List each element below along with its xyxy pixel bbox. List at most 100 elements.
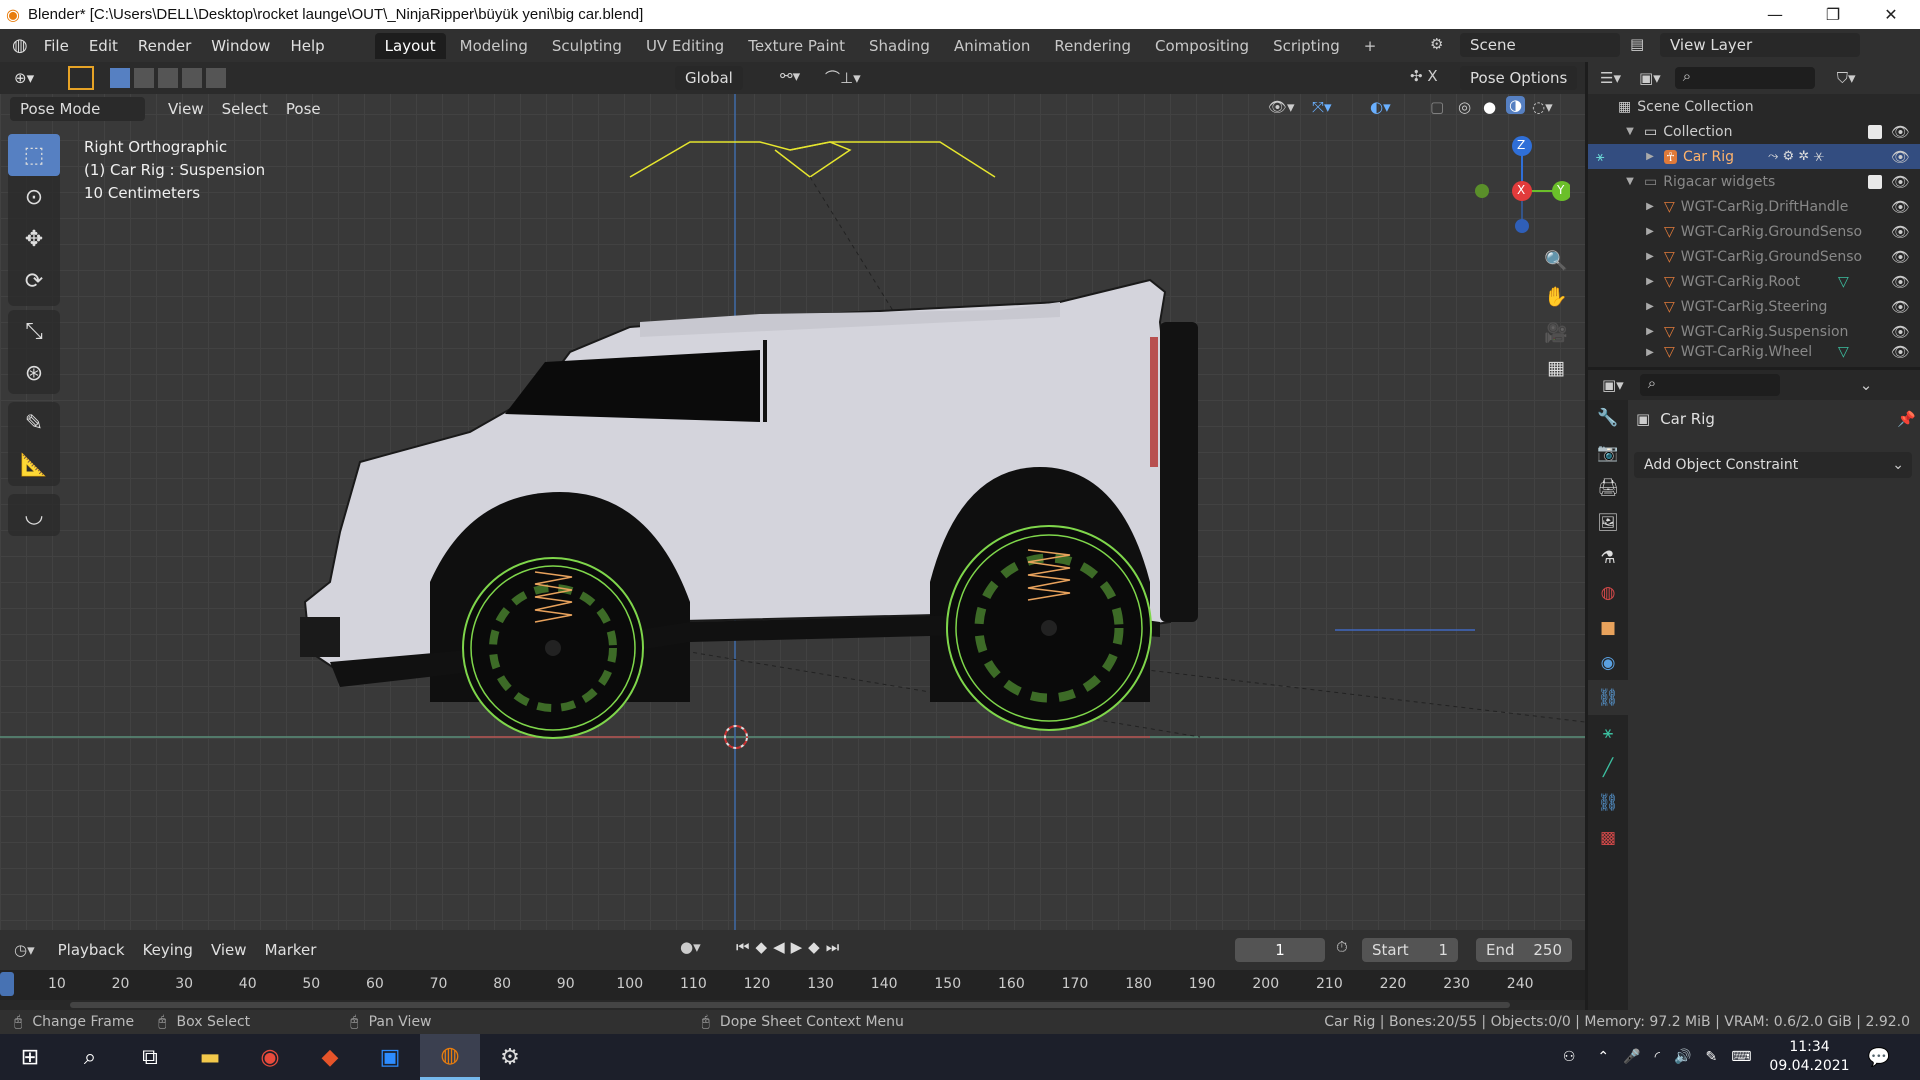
tree-scene-collection[interactable]: ▦ Scene Collection [1588,94,1920,119]
menu-render[interactable]: Render [128,37,201,55]
outliner-editor-icon[interactable]: ☰▾ [1600,69,1621,87]
start-button[interactable]: ⊞ [0,1034,60,1080]
frame-ruler[interactable]: 10 20 30 40 50 60 70 80 90 100 110 120 130 140 150 160 1… [0,970,1585,1000]
tree-widget-item[interactable]: ▶ ▽ WGT-CarRig.DriftHandle 👁 [1588,194,1920,219]
tab-layout[interactable]: Layout [374,32,446,59]
tree-rigacar-widgets[interactable]: ▼ ▭ Rigacar widgets 👁 [1588,169,1920,194]
taskbar-app-red[interactable]: ◆ [300,1034,360,1080]
widgets-visibility-icon[interactable]: 👁 [1891,173,1910,191]
next-keyframe-icon[interactable]: ◆ [808,938,826,956]
tab-texture-paint[interactable]: Texture Paint [738,33,855,59]
menu-help[interactable]: Help [280,37,334,55]
tree-widget-item[interactable]: ▶ ▽ WGT-CarRig.Suspension 👁 [1588,319,1920,344]
microphone-icon[interactable]: 🎤 [1623,1049,1640,1065]
auto-keying-icon[interactable]: ●▾ [680,938,701,956]
timeline-menu-playback[interactable]: Playback [49,938,134,962]
3d-viewport[interactable]: ⊕▾ Global ⚯▾ ⌒⊥▾ ✣ X Pose Options Pose M… [0,62,1585,930]
add-workspace-button[interactable]: + [1354,33,1387,59]
taskbar-blender[interactable]: ◍ [420,1034,480,1080]
pose-mode-icon[interactable]: ⚹ [1596,149,1604,165]
expand-toggle-icon[interactable]: ▶ [1642,276,1658,287]
expand-toggle-icon[interactable]: ▶ [1642,347,1658,358]
widget-visibility-icon[interactable]: 👁 [1891,298,1910,316]
tab-compositing[interactable]: Compositing [1145,33,1259,59]
close-button[interactable]: ✕ [1862,0,1920,29]
tree-widget-item[interactable]: ▶ ▽ WGT-CarRig.GroundSenso 👁 [1588,244,1920,269]
tab-constraints-icon[interactable]: ⛓ [1588,680,1628,715]
tree-collection[interactable]: ▼ ▭ Collection 👁 [1588,119,1920,144]
tab-object-icon[interactable]: ■ [1588,610,1628,645]
task-view-button[interactable]: ⧉ [120,1034,180,1080]
clock[interactable]: 11:34 09.04.2021 [1769,1038,1849,1076]
tree-widget-item[interactable]: ▶ ▽ WGT-CarRig.GroundSenso 👁 [1588,219,1920,244]
jump-end-icon[interactable]: ⏭ [826,938,846,956]
widget-visibility-icon[interactable]: 👁 [1891,223,1910,241]
taskbar-zoom[interactable]: ▣ [360,1034,420,1080]
expand-toggle-icon[interactable]: ▶ [1642,326,1658,337]
minimize-button[interactable]: — [1746,0,1804,29]
taskbar-chrome[interactable]: ◉ [240,1034,300,1080]
tab-scene-icon[interactable]: ⚗ [1588,540,1628,575]
maximize-button[interactable]: ❐ [1804,0,1862,29]
collection-visibility-icon[interactable]: 👁 [1891,123,1910,141]
widget-visibility-icon[interactable]: 👁 [1891,323,1910,341]
timeline-menu-marker[interactable]: Marker [256,938,326,962]
add-object-constraint-dropdown[interactable]: Add Object Constraint ⌄ [1634,452,1912,478]
menu-file[interactable]: File [34,37,79,55]
tab-physics-icon[interactable]: ◉ [1588,645,1628,680]
tree-widget-item[interactable]: ▶ ▽ WGT-CarRig.Wheel ▽ 👁 [1588,344,1920,360]
widget-visibility-icon[interactable]: 👁 [1891,273,1910,291]
properties-editor-icon[interactable]: ▣▾ [1602,376,1624,394]
tab-rendering[interactable]: Rendering [1044,33,1141,59]
display-mode-icon[interactable]: ▣▾ [1639,69,1661,87]
tree-widget-item[interactable]: ▶ ▽ WGT-CarRig.Steering 👁 [1588,294,1920,319]
properties-options-icon[interactable]: ⌄ [1860,376,1873,394]
widgets-exclude-checkbox[interactable] [1868,174,1882,189]
tab-view-layer-icon[interactable]: 🖼 [1588,505,1628,540]
tab-tool-icon[interactable]: 🔧 [1588,400,1628,435]
tab-scripting[interactable]: Scripting [1263,33,1350,59]
tab-modeling[interactable]: Modeling [450,33,538,59]
car-rig-visibility-icon[interactable]: 👁 [1891,148,1910,166]
start-frame-field[interactable]: Start 1 [1362,938,1458,962]
widget-visibility-icon[interactable]: 👁 [1891,344,1910,360]
outliner-search-input[interactable]: ⌕ [1674,67,1815,89]
tree-car-rig[interactable]: ⚹ ▶ ☥ Car Rig ⤳ ⚙ ✲ ⚹ 👁 [1588,144,1920,169]
expand-toggle-icon[interactable]: ▶ [1642,151,1658,162]
tree-widget-item[interactable]: ▶ ▽ WGT-CarRig.Root ▽ 👁 [1588,269,1920,294]
keyboard-icon[interactable]: ⌨ [1731,1049,1751,1065]
tab-world-icon[interactable]: ◍ [1588,575,1628,610]
tab-bone-constraints-icon[interactable]: ⛓ [1588,785,1628,820]
tab-sculpting[interactable]: Sculpting [542,33,632,59]
taskbar-app-gear[interactable]: ⚙ [480,1034,540,1080]
expand-toggle-icon[interactable]: ▶ [1642,226,1658,237]
tab-output-icon[interactable]: 🖨 [1588,470,1628,505]
end-frame-field[interactable]: End 250 [1476,938,1572,962]
widget-visibility-icon[interactable]: 👁 [1891,198,1910,216]
tab-render-icon[interactable]: 📷 [1588,435,1628,470]
play-icon[interactable]: ▶ [791,938,809,956]
scene-selector[interactable]: Scene [1460,33,1620,57]
pen-icon[interactable]: ✎ [1705,1049,1717,1065]
expand-toggle-icon[interactable]: ▶ [1642,301,1658,312]
play-reverse-icon[interactable]: ◀ [773,938,791,956]
tab-animation[interactable]: Animation [944,33,1040,59]
timeline-editor-icon[interactable]: ◷▾ [14,941,35,959]
expand-toggle-icon[interactable]: ▼ [1622,126,1638,137]
tray-expand-icon[interactable]: ⌃ [1597,1049,1609,1065]
expand-toggle-icon[interactable]: ▶ [1642,251,1658,262]
blender-menu-icon[interactable]: ◍ [12,35,28,56]
tab-armature-data-icon[interactable]: ⚹ [1588,715,1628,750]
preview-range-icon[interactable]: ⏱ [1336,938,1348,956]
view-layer-selector[interactable]: View Layer [1660,33,1860,57]
timeline-menu-keying[interactable]: Keying [134,938,202,962]
volume-icon[interactable]: 🔊 [1674,1049,1691,1065]
timeline-menu-view[interactable]: View [202,938,256,962]
menu-window[interactable]: Window [201,37,280,55]
expand-toggle-icon[interactable]: ▶ [1642,201,1658,212]
tab-bone-icon[interactable]: ╱ [1588,750,1628,785]
collection-exclude-checkbox[interactable] [1868,124,1882,139]
people-icon[interactable]: ⚇ [1563,1049,1576,1065]
tab-texture-icon[interactable]: ▩ [1588,820,1628,855]
search-button[interactable]: ⌕ [60,1034,120,1080]
